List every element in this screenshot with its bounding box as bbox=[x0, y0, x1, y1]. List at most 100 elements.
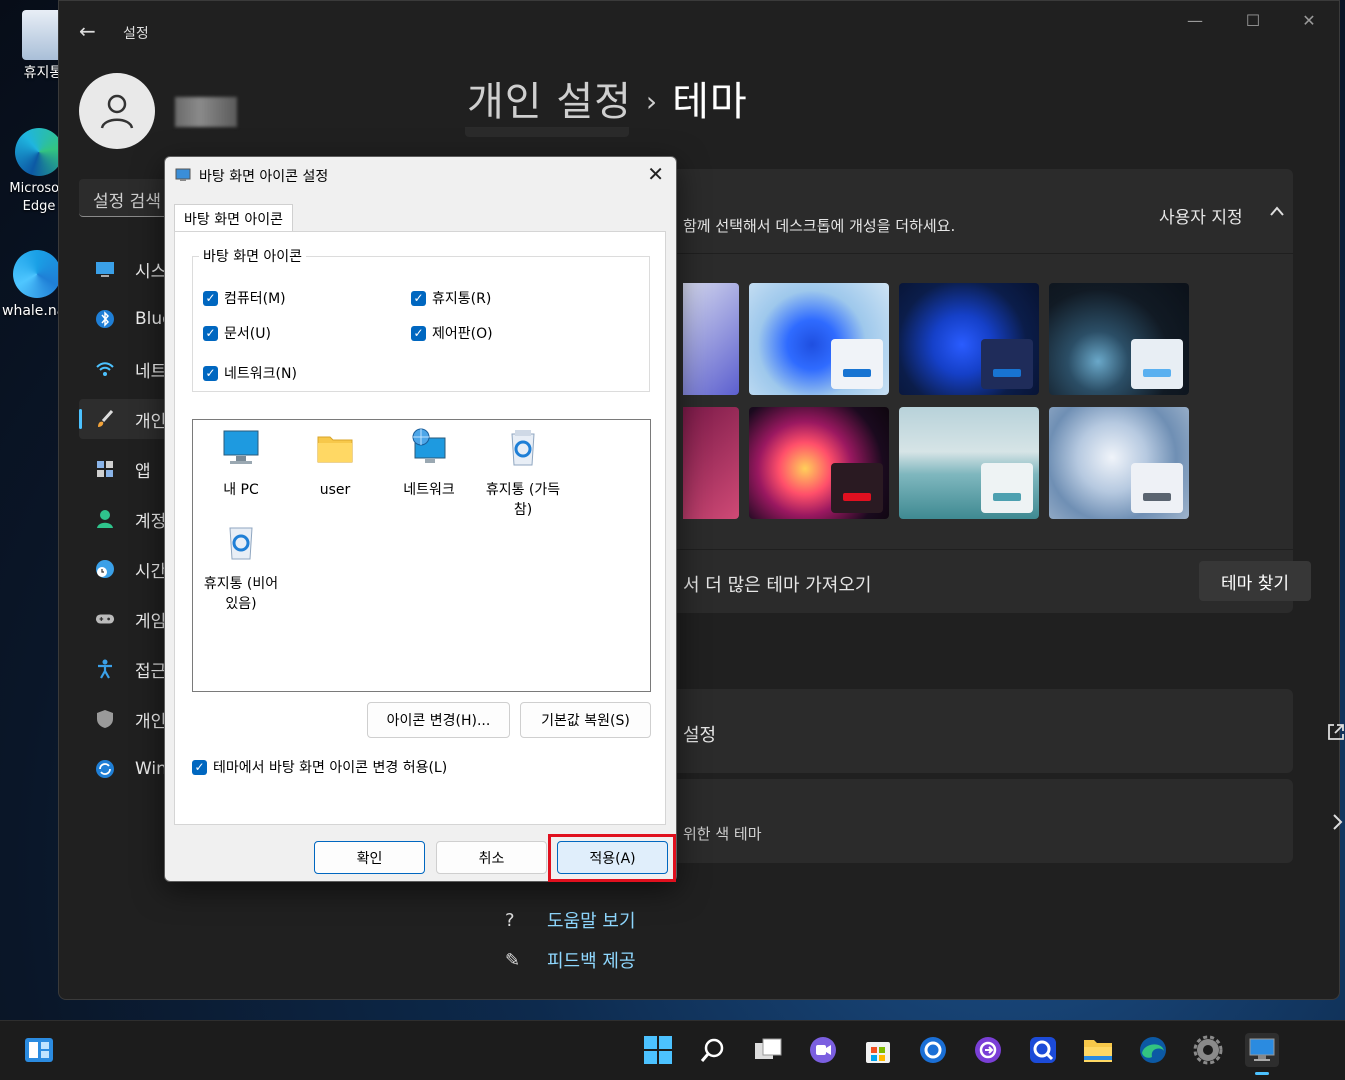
nav-item-label: 게임 bbox=[135, 611, 167, 632]
app-title: 설정 bbox=[123, 26, 149, 42]
whale-icon bbox=[13, 250, 61, 298]
tab-desktop-icons[interactable]: 바탕 화면 아이콘 bbox=[174, 204, 294, 232]
page-title: 개인 설정 › 테마 bbox=[467, 69, 748, 127]
checkbox-recycle-bin[interactable]: ✓ 휴지통(R) bbox=[411, 288, 491, 308]
nav-item-label: 시간 bbox=[135, 561, 167, 582]
theme-description: 함께 선택해서 데스크톱에 개성을 더하세요. bbox=[683, 217, 956, 235]
avatar[interactable] bbox=[79, 73, 155, 149]
change-icon-button[interactable]: 아이콘 변경(H)... bbox=[367, 702, 510, 738]
chat-icon[interactable] bbox=[806, 1033, 840, 1067]
checkmark-icon: ✓ bbox=[203, 290, 218, 306]
checkmark-icon: ✓ bbox=[192, 759, 207, 775]
bing-icon[interactable] bbox=[916, 1033, 950, 1067]
list-item-recycle-empty[interactable]: 휴지통 (비어 있음) bbox=[196, 522, 286, 614]
task-view-icon[interactable] bbox=[751, 1033, 785, 1067]
clock-globe-icon bbox=[95, 559, 115, 579]
theme-thumb-lake[interactable] bbox=[899, 407, 1039, 519]
remote-app-icon[interactable] bbox=[971, 1033, 1005, 1067]
taskbar bbox=[0, 1020, 1345, 1080]
store-icon[interactable] bbox=[861, 1033, 895, 1067]
theme-thumb-partial-1[interactable] bbox=[683, 283, 739, 395]
contrast-themes-label: 위한 색 테마 bbox=[683, 825, 762, 843]
find-themes-button[interactable]: 테마 찾기 bbox=[1199, 561, 1311, 601]
list-item-label: 휴지통 (가득 참) bbox=[485, 482, 561, 518]
breadcrumb-separator: › bbox=[645, 85, 659, 118]
breadcrumb-parent[interactable]: 개인 설정 bbox=[467, 79, 632, 125]
checkbox-allow-theme-change[interactable]: ✓ 테마에서 바탕 화면 아이콘 변경 허용(L) bbox=[192, 757, 447, 777]
feedback-link[interactable]: ✎ 피드백 제공 bbox=[505, 947, 636, 973]
back-arrow-icon[interactable]: ← bbox=[79, 19, 96, 43]
search-icon[interactable] bbox=[696, 1033, 730, 1067]
get-help-link[interactable]: ? 도움말 보기 bbox=[505, 907, 636, 933]
help-icon: ? bbox=[505, 909, 515, 931]
gamepad-icon bbox=[95, 609, 115, 629]
nav-item-label: 계정 bbox=[135, 511, 167, 532]
wifi-icon bbox=[95, 359, 115, 379]
ok-button[interactable]: 확인 bbox=[314, 841, 425, 874]
theme-thumb-glow[interactable] bbox=[749, 407, 889, 519]
cancel-button[interactable]: 취소 bbox=[436, 841, 547, 874]
checkbox-control-panel[interactable]: ✓ 제어판(O) bbox=[411, 323, 493, 343]
groupbox-title: 바탕 화면 아이콘 bbox=[199, 246, 307, 266]
apply-button-highlight bbox=[548, 834, 676, 882]
brush-icon bbox=[95, 409, 115, 429]
checkbox-label: 문서(U) bbox=[224, 326, 271, 342]
theme-thumb-captured-motion[interactable] bbox=[1049, 283, 1189, 395]
more-themes-text: 서 더 많은 테마 가져오기 bbox=[683, 575, 872, 596]
list-item-label: 내 PC bbox=[223, 482, 259, 498]
desktop-icon-settings-dialog: 바탕 화면 아이콘 설정 ✕ 바탕 화면 아이콘 바탕 화면 아이콘 ✓ 컴퓨터(… bbox=[164, 156, 677, 882]
restore-default-button[interactable]: 기본값 복원(S) bbox=[520, 702, 651, 738]
theme-thumb-partial-2[interactable] bbox=[683, 407, 739, 519]
minimize-icon[interactable]: — bbox=[1183, 11, 1207, 30]
current-theme-name[interactable]: 사용자 지정 bbox=[1159, 203, 1243, 228]
checkbox-label: 네트워크(N) bbox=[224, 366, 297, 382]
checkbox-computer[interactable]: ✓ 컴퓨터(M) bbox=[203, 288, 286, 308]
desktop-settings-icon bbox=[175, 168, 191, 181]
preview-strip bbox=[465, 127, 629, 137]
nav-item-label: 앱 bbox=[135, 461, 151, 482]
maximize-icon[interactable]: ☐ bbox=[1241, 11, 1265, 30]
list-item-recycle-full[interactable]: 휴지통 (가득 참) bbox=[478, 428, 568, 520]
chevron-up-icon[interactable] bbox=[1269, 205, 1285, 217]
theme-thumb-light-bloom[interactable] bbox=[749, 283, 889, 395]
desktop-icon-settings-taskbar-icon[interactable] bbox=[1245, 1033, 1279, 1075]
checkbox-network[interactable]: ✓ 네트워크(N) bbox=[203, 363, 297, 383]
checkbox-label: 휴지통(R) bbox=[432, 291, 492, 307]
edge-icon bbox=[15, 128, 63, 176]
person-icon bbox=[95, 509, 115, 529]
checkbox-label: 테마에서 바탕 화면 아이콘 변경 허용(L) bbox=[213, 760, 448, 776]
recycle-bin-full-icon bbox=[511, 430, 535, 466]
dialog-close-icon[interactable]: ✕ bbox=[647, 162, 664, 186]
checkmark-icon: ✓ bbox=[411, 325, 426, 341]
desktop-icon-label: whale.na bbox=[2, 303, 58, 319]
dialog-tab-body: 바탕 화면 아이콘 ✓ 컴퓨터(M) ✓ 휴지통(R) ✓ 문서(U) ✓ 제어판(O)… bbox=[174, 231, 666, 825]
checkmark-icon: ✓ bbox=[203, 325, 218, 341]
accessibility-icon bbox=[95, 659, 115, 679]
bluetooth-icon bbox=[95, 309, 115, 329]
list-item-user-folder[interactable]: user bbox=[290, 428, 380, 500]
file-explorer-icon[interactable] bbox=[1081, 1033, 1115, 1067]
list-item-this-pc[interactable]: 내 PC bbox=[196, 428, 286, 500]
desktop-icon-settings-label: 설정 bbox=[683, 725, 717, 746]
start-icon[interactable] bbox=[641, 1033, 675, 1067]
apps-icon bbox=[95, 459, 115, 479]
person-outline-icon bbox=[100, 94, 134, 129]
checkbox-documents[interactable]: ✓ 문서(U) bbox=[203, 323, 271, 343]
checkmark-icon: ✓ bbox=[411, 290, 426, 306]
settings-taskbar-icon[interactable] bbox=[1191, 1033, 1225, 1067]
edge-taskbar-icon[interactable] bbox=[1136, 1033, 1170, 1067]
close-icon[interactable]: ✕ bbox=[1297, 11, 1321, 30]
list-item-network[interactable]: 네트워크 bbox=[384, 428, 474, 500]
external-link-icon bbox=[1328, 724, 1344, 740]
network-globe-icon bbox=[412, 428, 446, 463]
theme-thumb-dark-bloom[interactable] bbox=[899, 283, 1039, 395]
recycle-bin-empty-icon bbox=[229, 527, 253, 560]
settings-titlebar: ← 설정 — ☐ ✕ bbox=[59, 1, 1339, 61]
theme-thumb-flow[interactable] bbox=[1049, 407, 1189, 519]
search-app-icon[interactable] bbox=[1026, 1033, 1060, 1067]
feedback-icon: ✎ bbox=[505, 949, 521, 971]
checkmark-icon: ✓ bbox=[203, 365, 218, 381]
list-item-label: user bbox=[319, 482, 351, 498]
list-item-label: 휴지통 (비어 있음) bbox=[203, 576, 279, 612]
widgets-icon[interactable] bbox=[22, 1033, 56, 1067]
